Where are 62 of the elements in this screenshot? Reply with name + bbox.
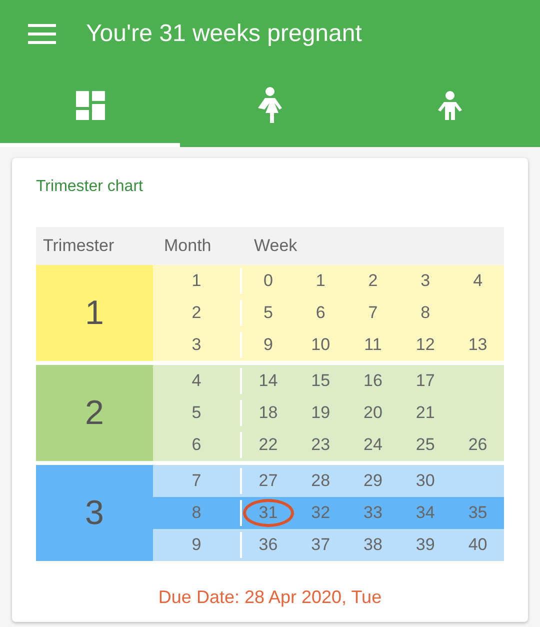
month-number: 2 [192, 303, 202, 323]
due-date: Due Date: 28 Apr 2020, Tue [157, 587, 383, 608]
card-title: Trimester chart [36, 178, 144, 196]
child-icon [437, 90, 463, 120]
week-number: 33 [364, 503, 382, 523]
week-number: 11 [364, 335, 382, 355]
month-number: 8 [192, 503, 202, 523]
week-number: 22 [258, 435, 278, 455]
week-number: 9 [263, 335, 273, 355]
week-number: 40 [468, 535, 488, 555]
column-header: Month [163, 236, 212, 256]
month-number: 5 [192, 403, 202, 423]
week-number: 38 [364, 535, 382, 555]
menu-icon[interactable] [28, 24, 56, 44]
week-number: 3 [420, 271, 430, 291]
week-number: 0 [263, 271, 273, 291]
week-number: 20 [364, 403, 382, 423]
week-number: 6 [316, 303, 326, 323]
week-number: 30 [416, 471, 435, 491]
month-number: 4 [192, 371, 202, 391]
week-number: 12 [416, 335, 435, 355]
month-number: 1 [192, 271, 202, 291]
week-number: 2 [368, 271, 378, 291]
month-number: 9 [192, 535, 202, 555]
week-number: 24 [364, 435, 382, 455]
week-number: 18 [258, 403, 278, 423]
week-number: 37 [311, 535, 330, 555]
week-number: 29 [364, 471, 382, 491]
week-number: 21 [416, 403, 435, 423]
trimester-cell: 2 [36, 365, 153, 461]
week-number: 7 [368, 303, 378, 323]
week-number: 35 [468, 503, 488, 523]
week-number: 39 [416, 535, 435, 555]
app-title: You're 31 weeks pregnant [86, 20, 362, 48]
week-number: 4 [473, 271, 483, 291]
week-number: 17 [416, 371, 435, 391]
week-number: 19 [311, 403, 330, 423]
week-number: 5 [263, 303, 273, 323]
trimester-cell: 1 [36, 265, 153, 361]
month-number: 7 [192, 471, 202, 491]
month-number: 6 [192, 435, 202, 455]
week-number: 25 [416, 435, 435, 455]
week-number: 28 [311, 471, 330, 491]
week-number: 10 [311, 335, 330, 355]
week-number: 26 [468, 435, 488, 455]
week-number: 34 [416, 503, 435, 523]
trimester-cell: 3 [36, 465, 153, 561]
week-number: 36 [258, 535, 278, 555]
week-number: 8 [420, 303, 430, 323]
week-number: 23 [311, 435, 330, 455]
column-header: Trimester [42, 236, 116, 256]
week-number: 27 [258, 471, 278, 491]
week-number: 13 [468, 335, 488, 355]
week-number: 16 [364, 371, 382, 391]
week-number: 1 [316, 271, 326, 291]
woman-icon [257, 87, 283, 124]
dashboard-icon [76, 91, 104, 120]
month-number: 3 [192, 335, 202, 355]
week-number: 14 [258, 371, 278, 391]
week-number: 32 [311, 503, 330, 523]
week-number: 15 [311, 371, 330, 391]
column-header: Week [253, 236, 298, 256]
